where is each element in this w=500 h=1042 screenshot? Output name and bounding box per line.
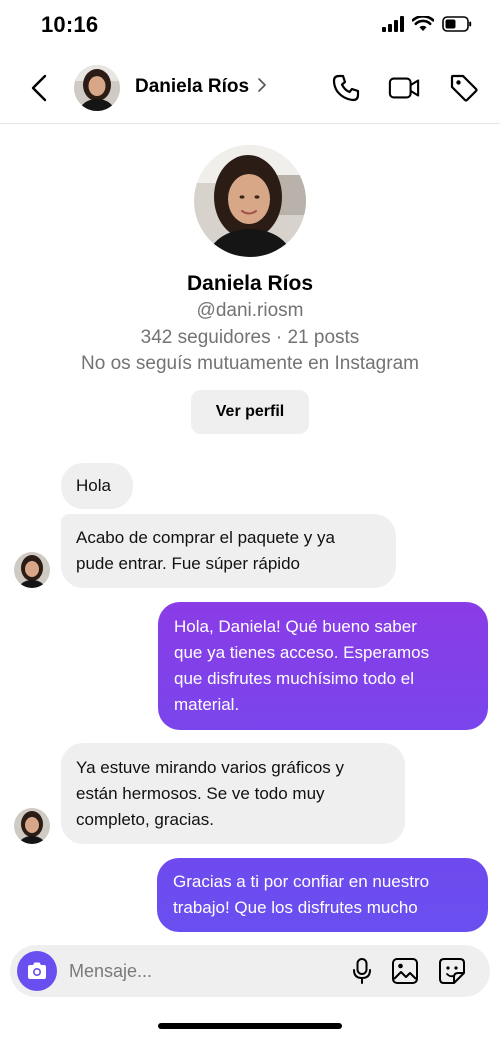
call-button[interactable] [330,72,362,104]
message-bubble-incoming[interactable]: Hola [61,463,133,509]
voice-message-button[interactable] [348,957,376,985]
message-input[interactable] [69,959,329,983]
profile-mutual-status: No os seguís mutuamente en Instagram [81,353,419,374]
camera-button[interactable] [17,951,57,991]
tag-icon [450,74,478,102]
sender-avatar[interactable] [14,552,50,588]
message-line: trabajo! Que los disfrutes mucho [173,898,418,917]
home-indicator [158,1023,342,1029]
camera-icon [28,962,46,979]
chat-header: Daniela Ríos [0,52,500,124]
video-call-button[interactable] [388,72,420,104]
message-line: Gracias a ti por confiar en nuestro [173,872,430,891]
back-button[interactable] [24,72,54,104]
battery-icon [442,16,472,32]
gallery-button[interactable] [391,957,419,985]
contact-name[interactable]: Daniela Ríos [135,76,249,98]
profile-avatar[interactable] [194,145,306,257]
sender-avatar[interactable] [14,808,50,844]
status-bar: 10:16 [0,0,500,52]
message-line: que ya tienes acceso. Esperamos [174,643,430,662]
message-bubble-incoming[interactable]: Ya estuve mirando varios gráficos y está… [61,743,405,844]
message-line: pude entrar. Fue súper rápido [76,554,300,573]
message-line: Ya estuve mirando varios gráficos y [76,758,345,777]
profile-name: Daniela Ríos [186,272,314,295]
sticker-icon [439,958,465,984]
signal-icon [382,16,404,32]
message-line: Hola, Daniela! Qué bueno saber [174,617,417,636]
header-avatar[interactable] [74,65,120,111]
profile-stats: 342 seguidores · 21 posts [140,327,360,348]
status-time: 10:16 [41,12,99,37]
profile-handle: @dani.riosm [196,300,304,321]
message-line: Acabo de comprar el paquete y ya [76,528,335,547]
microphone-icon [353,958,371,984]
message-bubble-outgoing[interactable]: Hola, Daniela! Qué bueno saber que ya ti… [158,602,488,730]
message-line: material. [174,695,240,714]
video-camera-icon [388,77,420,99]
chevron-right-icon[interactable] [257,77,267,93]
wifi-icon [412,16,434,31]
back-arrow-icon [31,74,47,102]
gallery-icon [392,958,418,984]
tag-button[interactable] [448,72,480,104]
phone-icon [332,74,360,102]
sticker-button[interactable] [438,957,466,985]
message-line: que disfrutes muchísimo todo el [174,669,415,688]
message-bubble-outgoing[interactable]: Gracias a ti por confiar en nuestro trab… [157,858,488,932]
status-icons [382,16,472,32]
message-line: Hola [76,476,111,495]
message-bubble-incoming[interactable]: Acabo de comprar el paquete y ya pude en… [61,514,396,588]
message-line: completo, gracias. [76,810,214,829]
message-composer [10,945,490,997]
message-line: están hermosos. Se ve todo muy [76,784,325,803]
view-profile-button[interactable]: Ver perfil [191,390,309,434]
